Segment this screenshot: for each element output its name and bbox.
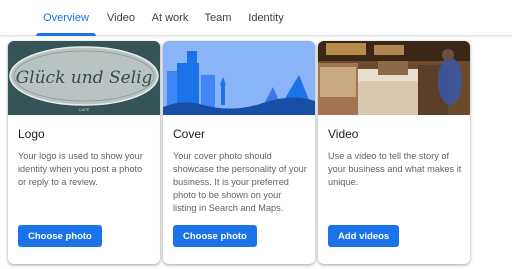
- video-card-description: Use a video to tell the story of your bu…: [328, 151, 462, 187]
- active-tab-indicator: [36, 33, 96, 36]
- add-videos-button[interactable]: Add videos: [328, 225, 400, 247]
- tab-identity[interactable]: Identity: [244, 0, 288, 36]
- tab-overview[interactable]: Overview: [36, 0, 96, 36]
- cover-choose-photo-button[interactable]: Choose photo: [173, 225, 257, 247]
- cover-image[interactable]: [163, 41, 315, 115]
- cover-card-description: Your cover photo should showcase the per…: [173, 151, 307, 213]
- tab-bar: Overview Video At work Team Identity: [0, 0, 512, 36]
- logo-card: Glück und Selig CAFÉ Logo Your logo is u…: [8, 41, 160, 264]
- video-card: Video Use a video to tell the story of y…: [318, 41, 470, 264]
- logo-wordmark: Glück und Selig: [16, 68, 153, 88]
- logo-card-description: Your logo is used to show your identity …: [18, 151, 143, 187]
- cover-card-title: Cover: [173, 127, 206, 141]
- tab-team[interactable]: Team: [202, 0, 234, 36]
- logo-card-title: Logo: [18, 127, 45, 141]
- logo-subtext: CAFÉ: [79, 107, 90, 112]
- video-card-title: Video: [328, 127, 359, 141]
- video-image[interactable]: [318, 41, 470, 115]
- tab-at-work[interactable]: At work: [148, 0, 192, 36]
- cover-card: Cover Your cover photo should showcase t…: [163, 41, 315, 264]
- logo-image[interactable]: Glück und Selig CAFÉ: [8, 41, 160, 115]
- tab-video[interactable]: Video: [104, 0, 138, 36]
- logo-choose-photo-button[interactable]: Choose photo: [18, 225, 102, 247]
